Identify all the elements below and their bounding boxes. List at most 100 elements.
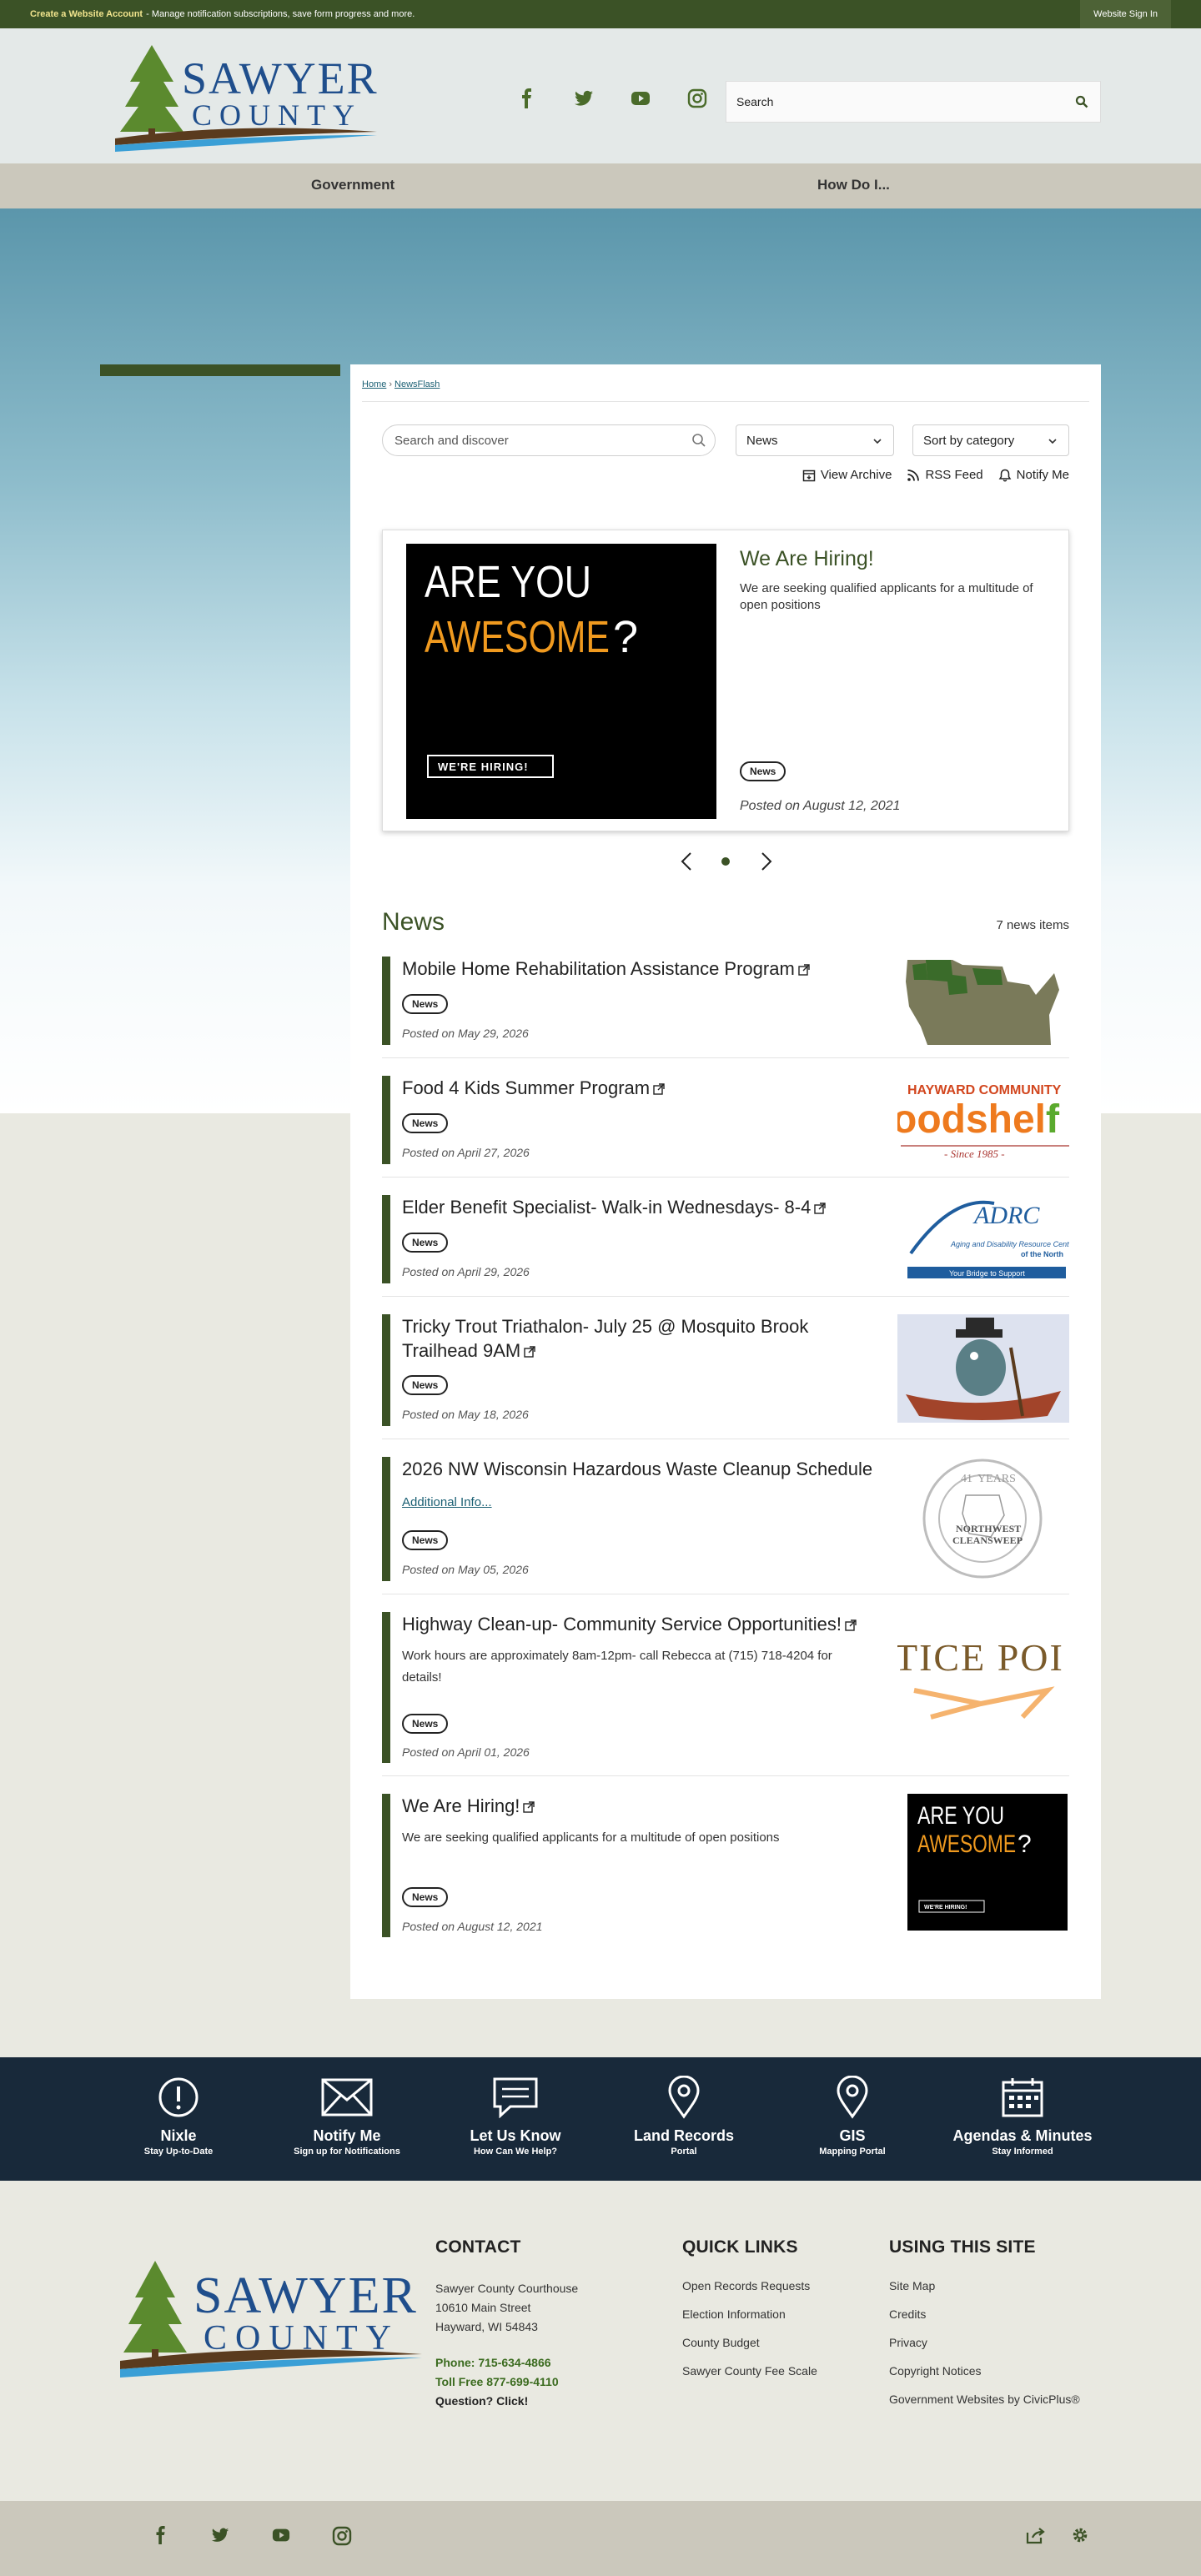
external-link-icon xyxy=(523,1801,535,1813)
gear-icon[interactable] xyxy=(1071,2526,1089,2544)
instagram-icon[interactable] xyxy=(687,88,707,108)
create-account-link[interactable]: Create a Website Account xyxy=(30,9,143,19)
footer-link[interactable]: Site Map xyxy=(889,2279,1080,2292)
archive-icon xyxy=(802,470,816,481)
footer-link[interactable]: Privacy xyxy=(889,2336,1080,2349)
news-date: Posted on April 01, 2026 xyxy=(402,1745,530,1759)
county-logo[interactable]: SAWYER COUNTY xyxy=(112,42,379,153)
toll-free-link[interactable]: Toll Free 877-699-4110 xyxy=(435,2373,578,2392)
envelope-icon xyxy=(321,2078,373,2117)
adrc-logo-thumbnail[interactable]: ADRC Aging and Disability Resource Cente… xyxy=(902,1195,1069,1283)
youtube-icon[interactable] xyxy=(270,2526,292,2544)
svg-text:oodshelf: oodshelf xyxy=(897,1097,1060,1142)
wisconsin-map-thumbnail[interactable] xyxy=(902,957,1069,1045)
question-link[interactable]: Question? Click! xyxy=(435,2392,578,2411)
rss-feed-link[interactable]: RSS Feed xyxy=(907,468,983,482)
footer-link[interactable]: Election Information xyxy=(682,2307,817,2321)
featured-title[interactable]: We Are Hiring! xyxy=(740,547,874,571)
featured-news-card[interactable]: ARE YOU AWESOME ? WE'RE HIRING! We Are H… xyxy=(382,530,1069,831)
news-title[interactable]: Elder Benefit Specialist- Walk-in Wednes… xyxy=(402,1195,827,1219)
svg-text:ARE YOU: ARE YOU xyxy=(917,1802,1004,1830)
notify-me-link[interactable]: Notify Me xyxy=(998,468,1069,482)
external-link-icon xyxy=(524,1346,535,1358)
footer-logo-line1: SAWYER xyxy=(193,2267,418,2324)
quick-link-agendas[interactable]: Agendas & Minutes Stay Informed xyxy=(939,2074,1106,2157)
news-title[interactable]: Tricky Trout Triathalon- July 25 @ Mosqu… xyxy=(402,1314,869,1363)
nav-how-do-i[interactable]: How Do I... xyxy=(817,177,890,193)
site-search-input[interactable]: Search xyxy=(726,81,1101,123)
search-icon[interactable] xyxy=(691,433,706,448)
breadcrumb-separator: › xyxy=(389,379,393,389)
quick-link-label: Notify Me xyxy=(313,2127,381,2144)
external-link-icon xyxy=(798,964,810,976)
justice-point-thumbnail[interactable]: TICE POI xyxy=(897,1630,1069,1722)
footer-link[interactable]: Open Records Requests xyxy=(682,2279,817,2292)
facebook-icon[interactable] xyxy=(517,88,537,108)
category-badge[interactable]: News xyxy=(402,1530,449,1550)
featured-category-badge[interactable]: News xyxy=(740,761,786,781)
news-title[interactable]: We Are Hiring! xyxy=(402,1794,535,1818)
news-search-input[interactable]: Search and discover xyxy=(382,424,716,456)
carousel-next-icon[interactable] xyxy=(757,850,774,873)
facebook-icon[interactable] xyxy=(152,2526,170,2544)
category-badge[interactable]: News xyxy=(402,1375,449,1395)
featured-image-line2: AWESOME xyxy=(425,612,610,662)
quick-link-notify-me[interactable]: Notify Me Sign up for Notifications xyxy=(264,2074,430,2157)
foodshelf-logo-thumbnail[interactable]: HAYWARD COMMUNITY oodshelf f - Since 198… xyxy=(897,1079,1069,1162)
category-badge[interactable]: News xyxy=(402,1714,449,1734)
footer-contact: CONTACT Sawyer County Courthouse 10610 M… xyxy=(435,2237,578,2411)
category-badge[interactable]: News xyxy=(402,1113,449,1133)
category-badge[interactable]: News xyxy=(402,994,449,1014)
footer-link[interactable]: Government Websites by CivicPlus® xyxy=(889,2393,1080,2406)
share-icon[interactable] xyxy=(1026,2526,1046,2544)
breadcrumb-newsflash[interactable]: NewsFlash xyxy=(394,379,440,389)
trout-canoe-thumbnail[interactable] xyxy=(897,1314,1069,1423)
footer-link[interactable]: County Budget xyxy=(682,2336,817,2349)
category-badge[interactable]: News xyxy=(402,1887,449,1907)
news-title[interactable]: 2026 NW Wisconsin Hazardous Waste Cleanu… xyxy=(402,1457,872,1481)
additional-info-link[interactable]: Additional Info... xyxy=(402,1495,492,1509)
quick-link-sub: Stay Informed xyxy=(992,2147,1053,2157)
category-select[interactable]: News xyxy=(736,424,894,456)
quick-link-gis[interactable]: GIS Mapping Portal xyxy=(769,2074,936,2157)
footer-link[interactable]: Copyright Notices xyxy=(889,2364,1080,2378)
phone-link[interactable]: Phone: 715-634-4866 xyxy=(435,2353,578,2373)
hiring-thumbnail[interactable]: ARE YOU AWESOME ? WE'RE HIRING! xyxy=(907,1794,1068,1931)
contact-heading: CONTACT xyxy=(435,2237,521,2257)
twitter-icon[interactable] xyxy=(210,2526,230,2544)
twitter-icon[interactable] xyxy=(574,88,594,108)
news-title[interactable]: Food 4 Kids Summer Program xyxy=(402,1076,665,1100)
top-bar: Create a Website Account - Manage notifi… xyxy=(0,0,1201,28)
instagram-icon[interactable] xyxy=(332,2526,352,2546)
carousel-prev-icon[interactable] xyxy=(679,850,696,873)
footer-link[interactable]: Sawyer County Fee Scale xyxy=(682,2364,817,2378)
list-item: Tricky Trout Triathalon- July 25 @ Mosqu… xyxy=(382,1314,1069,1426)
svg-text:Aging and Disability Resource: Aging and Disability Resource Center xyxy=(950,1240,1069,1248)
nav-government[interactable]: Government xyxy=(311,177,394,193)
footer-link[interactable]: Credits xyxy=(889,2307,1080,2321)
tree-icon xyxy=(120,45,183,142)
sort-select[interactable]: Sort by category xyxy=(912,424,1069,456)
cleansweep-seal-thumbnail[interactable]: 41 YEARS NORTHWEST CLEANSWEEP xyxy=(907,1457,1058,1581)
category-badge[interactable]: News xyxy=(402,1233,449,1253)
quick-link-nixle[interactable]: Nixle Stay Up-to-Date xyxy=(95,2074,262,2157)
alert-icon xyxy=(158,2077,198,2117)
carousel-dot[interactable] xyxy=(721,857,730,866)
view-archive-link[interactable]: View Archive xyxy=(802,468,892,482)
news-title[interactable]: Mobile Home Rehabilitation Assistance Pr… xyxy=(402,957,810,981)
quick-link-land-records[interactable]: Land Records Portal xyxy=(600,2074,767,2157)
bell-icon xyxy=(998,469,1012,481)
sign-in-button[interactable]: Website Sign In xyxy=(1080,0,1171,28)
featured-image-question: ? xyxy=(613,612,638,662)
footer-quick-links: QUICK LINKS Open Records Requests Electi… xyxy=(682,2237,817,2393)
list-item: We Are Hiring! We are seeking qualified … xyxy=(382,1794,1069,1937)
footer-county-logo[interactable]: SAWYER COUNTY xyxy=(117,2256,425,2391)
featured-image[interactable]: ARE YOU AWESOME ? WE'RE HIRING! xyxy=(406,544,716,819)
featured-date: Posted on August 12, 2021 xyxy=(740,799,901,813)
search-icon[interactable] xyxy=(1075,95,1088,108)
breadcrumb-home[interactable]: Home xyxy=(362,379,386,389)
contact-line: Hayward, WI 54843 xyxy=(435,2320,538,2333)
news-title[interactable]: Highway Clean-up- Community Service Oppo… xyxy=(402,1612,857,1636)
quick-link-let-us-know[interactable]: Let Us Know How Can We Help? xyxy=(432,2074,599,2157)
youtube-icon[interactable] xyxy=(631,88,651,108)
